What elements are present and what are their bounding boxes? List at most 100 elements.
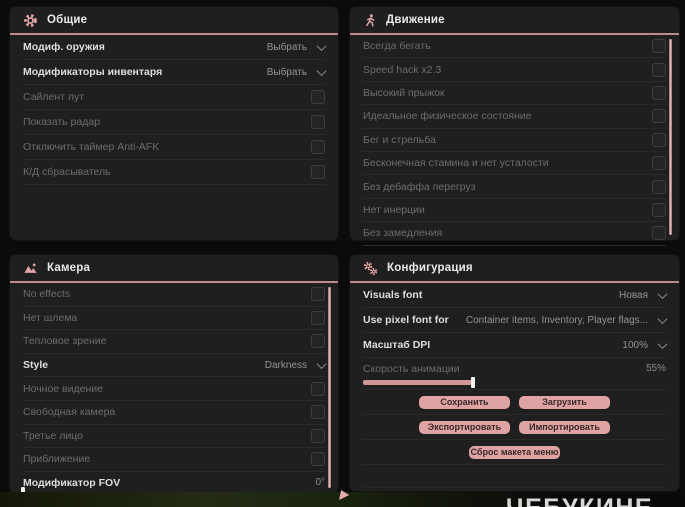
row-label: Ночное видение (23, 382, 103, 395)
high-jump-checkbox[interactable] (652, 85, 666, 100)
row-high-jump[interactable]: Высокий прыжок (363, 82, 666, 106)
row-label: Скорость анимации (363, 363, 460, 375)
weapon-mod-select[interactable]: Выбрать (266, 40, 327, 53)
select-value: Container items, Inventory, Player flags… (465, 314, 648, 326)
row-animation-speed: Скорость анимации 55% (363, 358, 666, 390)
row-label: Speed hack x2.3 (363, 63, 442, 76)
night-vision-checkbox[interactable] (311, 381, 325, 396)
row-label: Use pixel font for (363, 314, 449, 326)
visuals-font-select[interactable]: Новая (619, 288, 668, 301)
no-overload-debuff-checkbox[interactable] (652, 179, 666, 194)
always-run-checkbox[interactable] (652, 39, 666, 54)
row-no-slowdown[interactable]: Без замедления (363, 222, 666, 246)
chevron-down-icon (316, 65, 327, 76)
speed-hack-checkbox[interactable] (652, 62, 666, 77)
free-camera-checkbox[interactable] (311, 405, 325, 420)
run-and-shoot-checkbox[interactable] (652, 132, 666, 147)
button-row: Экспортировать Импортировать (363, 415, 666, 440)
perfect-condition-checkbox[interactable] (652, 109, 666, 124)
chevron-down-icon (316, 358, 327, 369)
row-label: Бег и стрельба (363, 133, 436, 146)
row-third-person[interactable]: Третье лицо (23, 425, 325, 449)
slider-handle[interactable] (471, 377, 475, 388)
row-visuals-font: Visuals font Новая (363, 283, 668, 308)
row-no-helmet[interactable]: Нет шлема (23, 307, 325, 331)
row-run-and-shoot[interactable]: Бег и стрельба (363, 129, 666, 152)
row-anti-afk-timer[interactable]: Отключить таймер Anti-AFK (23, 135, 325, 160)
thermal-vision-checkbox[interactable] (311, 334, 325, 349)
chevron-down-icon (657, 338, 668, 349)
no-slowdown-checkbox[interactable] (652, 226, 666, 241)
row-label: Показать радар (23, 116, 101, 128)
load-button[interactable]: Загрузить (519, 395, 610, 409)
gears-icon (363, 261, 378, 276)
row-dpi-scale: Масштаб DPI 100% (363, 333, 668, 358)
row-no-overload-debuff[interactable]: Без дебаффа перегруз (363, 175, 666, 199)
select-value: 100% (622, 339, 648, 351)
animation-speed-slider[interactable] (363, 377, 563, 388)
panel-title: Движение (386, 14, 445, 26)
row-free-camera[interactable]: Свободная камера (23, 401, 325, 425)
pixel-font-for-select[interactable]: Container items, Inventory, Player flags… (465, 313, 668, 326)
style-select[interactable]: Darkness (264, 358, 327, 371)
panel-movement: Движение Всегда бегать Speed hack x2.3 Выс… (350, 7, 679, 246)
row-kd-resetter[interactable]: К/Д сбрасыватель (23, 160, 325, 185)
dpi-scale-select[interactable]: 100% (622, 338, 668, 351)
save-button[interactable]: Сохранить (419, 395, 510, 409)
row-silent-loot[interactable]: Сайлент лут (23, 85, 325, 110)
panel-title: Общие (47, 14, 88, 26)
no-inertia-checkbox[interactable] (652, 202, 666, 217)
row-no-inertia[interactable]: Нет инерции (363, 199, 666, 223)
import-button[interactable]: Импортировать (519, 420, 610, 434)
third-person-checkbox[interactable] (311, 428, 325, 443)
settings-list: Всегда бегать Speed hack x2.3 Высокий прыж… (350, 35, 679, 246)
show-radar-checkbox[interactable] (311, 115, 325, 129)
gear-icon (23, 13, 38, 28)
row-show-radar[interactable]: Показать радар (23, 110, 325, 135)
row-infinite-stamina[interactable]: Бесконечная стамина и нет усталости (363, 152, 666, 176)
select-value: Darkness (264, 359, 307, 371)
row-always-run[interactable]: Всегда бегать (363, 35, 666, 59)
row-label: Нет инерции (363, 203, 425, 216)
export-button[interactable]: Экспортировать (419, 420, 510, 434)
inventory-mods-select[interactable]: Выбрать (266, 65, 327, 78)
button-row: Сохранить Загрузить (363, 390, 666, 415)
panel-header: Движение (350, 7, 679, 35)
chevron-down-icon (657, 313, 668, 324)
row-perfect-condition[interactable]: Идеальное физическое состояние (363, 105, 666, 129)
infinite-stamina-checkbox[interactable] (652, 156, 666, 171)
runner-icon (363, 13, 377, 28)
watermark-text: ЧЕБУКИНЕ (506, 494, 653, 507)
row-label: Отключить таймер Anti-AFK (23, 141, 160, 153)
panel-header: Конфигурация (350, 255, 679, 283)
panel-camera: Камера No effects Нет шлема Тепловое зрени… (10, 255, 338, 500)
row-thermal-vision[interactable]: Тепловое зрение (23, 330, 325, 354)
row-label: К/Д сбрасыватель (23, 166, 111, 178)
select-value: Выбрать (266, 66, 307, 78)
row-label: Всегда бегать (363, 40, 431, 53)
row-night-vision[interactable]: Ночное видение (23, 377, 325, 401)
reset-menu-layout-button[interactable]: Сброс макета меню (469, 445, 560, 459)
zoom-checkbox[interactable] (311, 452, 325, 467)
row-label: No effects (23, 288, 71, 301)
no-helmet-checkbox[interactable] (311, 310, 325, 325)
select-value: Выбрать (266, 41, 307, 53)
panel-header: Камера (10, 255, 338, 283)
kd-resetter-checkbox[interactable] (311, 165, 325, 179)
scrollbar[interactable] (328, 287, 331, 488)
select-value: Новая (619, 289, 648, 301)
silent-loot-checkbox[interactable] (311, 90, 325, 104)
settings-list: Модиф. оружия Выбрать Модификаторы инвента… (10, 35, 338, 185)
no-effects-checkbox[interactable] (311, 287, 325, 302)
row-speed-hack[interactable]: Speed hack x2.3 (363, 58, 666, 82)
row-label: Приближение (23, 453, 91, 466)
settings-list: Visuals font Новая Use pixel font for Conta… (350, 283, 679, 390)
row-label: Бесконечная стамина и нет усталости (363, 157, 549, 170)
row-label: Нет шлема (23, 311, 78, 324)
row-no-effects[interactable]: No effects (23, 283, 325, 307)
button-row: Сброс макета меню (363, 440, 666, 465)
anti-afk-timer-checkbox[interactable] (311, 140, 325, 154)
slider-value: 55% (645, 363, 666, 374)
row-zoom[interactable]: Приближение (23, 448, 325, 472)
scrollbar[interactable] (669, 39, 672, 235)
